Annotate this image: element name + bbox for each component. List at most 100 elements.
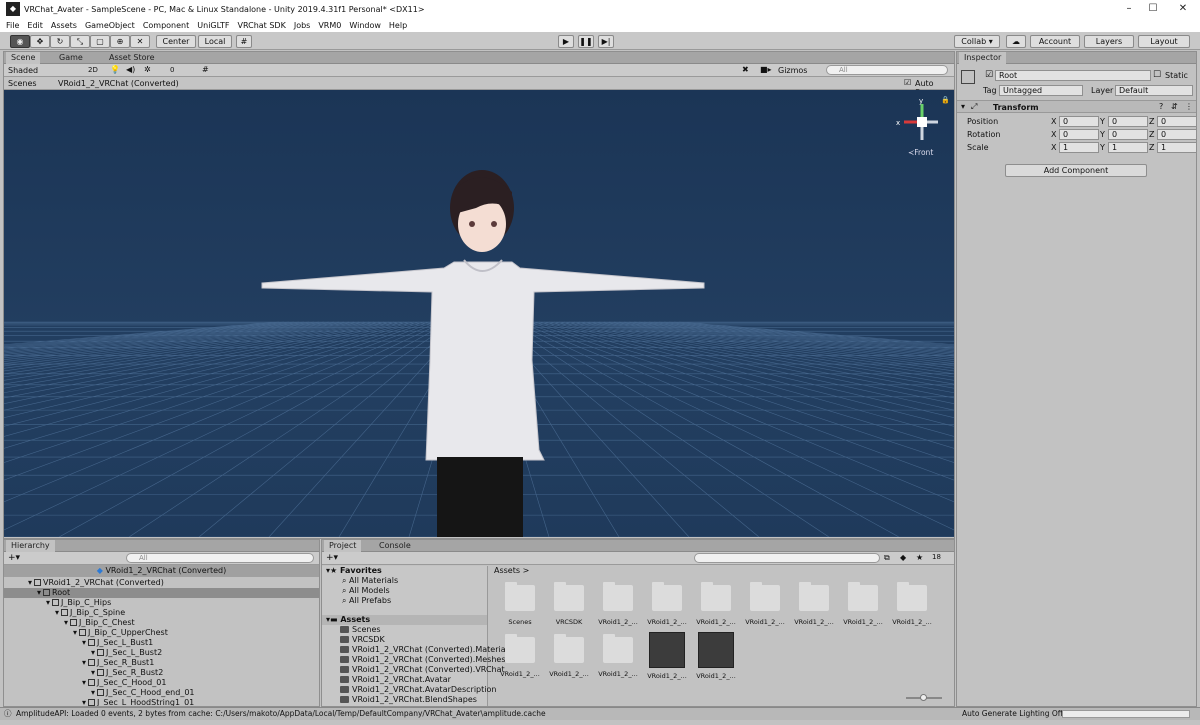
tag-dropdown[interactable]: Untagged [999, 85, 1083, 96]
active-checkbox[interactable]: ☑ [985, 70, 993, 80]
rect-tool-icon[interactable]: ▢ [90, 35, 110, 48]
tab-scene[interactable]: Scene [6, 52, 41, 64]
scale-field[interactable]: 1 [1059, 142, 1099, 153]
rotate-tool-icon[interactable]: ↻ [50, 35, 70, 48]
play-button[interactable]: ▶ [558, 35, 574, 48]
object-name-field[interactable]: Root [995, 70, 1151, 81]
hierarchy-item[interactable]: ▾ J_Sec_C_Hood_end_01 [4, 688, 319, 698]
project-folder-item[interactable]: VRoid1_2_VRChat (Converted).Meshes [322, 655, 506, 665]
project-folder-item[interactable]: Scenes [322, 625, 487, 635]
axis-label[interactable]: Y [1100, 130, 1105, 139]
project-folder-item[interactable]: VRoid1_2_VRChat (Converted).Materia [322, 645, 506, 655]
menu-jobs[interactable]: Jobs [294, 21, 311, 30]
hierarchy-search-input[interactable]: All [126, 553, 314, 563]
tools-icon[interactable]: ✖ [742, 65, 749, 74]
scale-field[interactable]: 1 [1108, 142, 1148, 153]
expand-arrow-icon[interactable]: ▾ [82, 658, 86, 667]
prefab-asset[interactable]: VRoid1_2_... [645, 632, 689, 688]
hierarchy-item[interactable]: ▾ J_Sec_C_Hood_01 [4, 678, 319, 688]
expand-arrow-icon[interactable]: ▾ [82, 678, 86, 687]
pivot-local-button[interactable]: Local [198, 35, 232, 48]
camera-icon[interactable]: ■▸ [760, 65, 772, 74]
favorite-item[interactable]: ⌕ All Models [322, 586, 487, 596]
menu-vrm0[interactable]: VRM0 [318, 21, 341, 30]
shading-dropdown[interactable]: Shaded [8, 66, 38, 75]
tab-asset-store[interactable]: Asset Store [104, 52, 160, 64]
folder-asset[interactable]: VRoid1_2_... [694, 580, 738, 636]
expand-arrow-icon[interactable]: ▾ [37, 588, 41, 597]
axis-label[interactable]: Y [1100, 143, 1105, 152]
menu-edit[interactable]: Edit [27, 21, 43, 30]
project-folder-item[interactable]: VRCSDK [322, 635, 487, 645]
project-search-input[interactable] [694, 553, 880, 563]
position-field[interactable]: 0 [1108, 116, 1148, 127]
hierarchy-item[interactable]: ▾ J_Sec_L_Bust2 [4, 648, 319, 658]
mode-2d-button[interactable]: 2D [88, 66, 98, 74]
effects-icon[interactable]: ✲ [144, 65, 151, 74]
asset-breadcrumb[interactable]: Assets > [494, 566, 529, 575]
menu-file[interactable]: File [6, 21, 19, 30]
axis-label[interactable]: Z [1149, 117, 1154, 126]
position-field[interactable]: 0 [1059, 116, 1099, 127]
menu-assets[interactable]: Assets [51, 21, 77, 30]
tab-inspector[interactable]: Inspector [959, 52, 1007, 64]
zoom-slider-handle[interactable] [920, 694, 927, 701]
menu-help[interactable]: Help [389, 21, 407, 30]
folder-asset[interactable]: VRoid1_2_... [596, 632, 640, 688]
account-dropdown[interactable]: Account [1030, 35, 1080, 48]
breadcrumb-scenes[interactable]: Scenes [8, 79, 37, 88]
folder-asset[interactable]: VRoid1_2_... [792, 580, 836, 636]
cloud-icon[interactable]: ☁ [1006, 35, 1026, 48]
axis-label[interactable]: Z [1149, 143, 1154, 152]
project-folder-item[interactable]: VRoid1_2_VRChat.AvatarDescription [322, 685, 496, 695]
menu-gameobject[interactable]: GameObject [85, 21, 135, 30]
view-tool-icon[interactable]: ◉ [10, 35, 30, 48]
scale-field[interactable]: 1 [1157, 142, 1197, 153]
preset-icon[interactable]: ⇵ [1171, 102, 1178, 111]
axis-label[interactable]: X [1051, 130, 1056, 139]
menu-vrchat-sdk[interactable]: VRChat SDK [237, 21, 285, 30]
hierarchy-item[interactable]: ▾ J_Bip_C_UpperChest [4, 628, 319, 638]
grid-icon[interactable]: # [202, 65, 209, 74]
auto-save-checkbox[interactable]: ☑ [904, 78, 911, 87]
folder-asset[interactable]: VRCSDK [547, 580, 591, 636]
scene-viewport[interactable]: y x ≺Front 🔒 [4, 90, 954, 537]
hierarchy-item[interactable]: ▾ J_Sec_L_HoodString1_01 [4, 698, 319, 706]
lighting-icon[interactable]: 💡 [110, 65, 120, 74]
filter-label-icon[interactable]: ◆ [900, 553, 906, 562]
hierarchy-item[interactable]: ▾ J_Sec_L_Bust1 [4, 638, 319, 648]
rotation-field[interactable]: 0 [1157, 129, 1197, 140]
folder-asset[interactable]: VRoid1_2_... [596, 580, 640, 636]
collab-button[interactable]: Collab ▾ [954, 35, 1000, 48]
component-menu-icon[interactable]: ⋮ [1185, 102, 1193, 111]
move-tool-icon[interactable]: ✥ [30, 35, 50, 48]
project-create-icon[interactable]: +▾ [326, 553, 338, 563]
expand-arrow-icon[interactable]: ▾ [91, 668, 95, 677]
axis-label[interactable]: Z [1149, 130, 1154, 139]
hierarchy-item[interactable]: ▾ J_Bip_C_Chest [4, 618, 319, 628]
scale-tool-icon[interactable]: ⤡ [70, 35, 90, 48]
expand-arrow-icon[interactable]: ▾ [46, 598, 50, 607]
expand-arrow-icon[interactable]: ▾ [64, 618, 68, 627]
position-field[interactable]: 0 [1157, 116, 1197, 127]
tab-console[interactable]: Console [374, 540, 416, 552]
project-folder-item[interactable]: VRoid1_2_VRChat.BlendShapes [322, 695, 487, 705]
transform-tool-icon[interactable]: ⊕ [110, 35, 130, 48]
hierarchy-item[interactable]: ▾ VRoid1_2_VRChat (Converted) [4, 578, 319, 588]
folder-asset[interactable]: VRoid1_2_... [498, 632, 542, 688]
gizmos-dropdown[interactable]: Gizmos [778, 66, 807, 75]
custom-tool-icon[interactable]: ✕ [130, 35, 150, 48]
expand-arrow-icon[interactable]: ▾ [91, 648, 95, 657]
expand-arrow-icon[interactable]: ▾ [82, 638, 86, 647]
foldout-arrow-icon[interactable]: ▾ [961, 102, 965, 111]
audio-icon[interactable]: ◀) [126, 65, 135, 74]
help-icon[interactable]: ? [1159, 102, 1163, 111]
avatar-model[interactable] [254, 170, 714, 537]
gizmo-view-label[interactable]: ≺Front [908, 148, 933, 157]
scene-search-input[interactable]: All [826, 65, 948, 75]
folder-asset[interactable]: VRoid1_2_... [743, 580, 787, 636]
expand-arrow-icon[interactable]: ▾ [55, 608, 59, 617]
layer-dropdown[interactable]: Default [1115, 85, 1193, 96]
close-button[interactable]: ✕ [1160, 0, 1200, 18]
axis-label[interactable]: X [1051, 143, 1056, 152]
